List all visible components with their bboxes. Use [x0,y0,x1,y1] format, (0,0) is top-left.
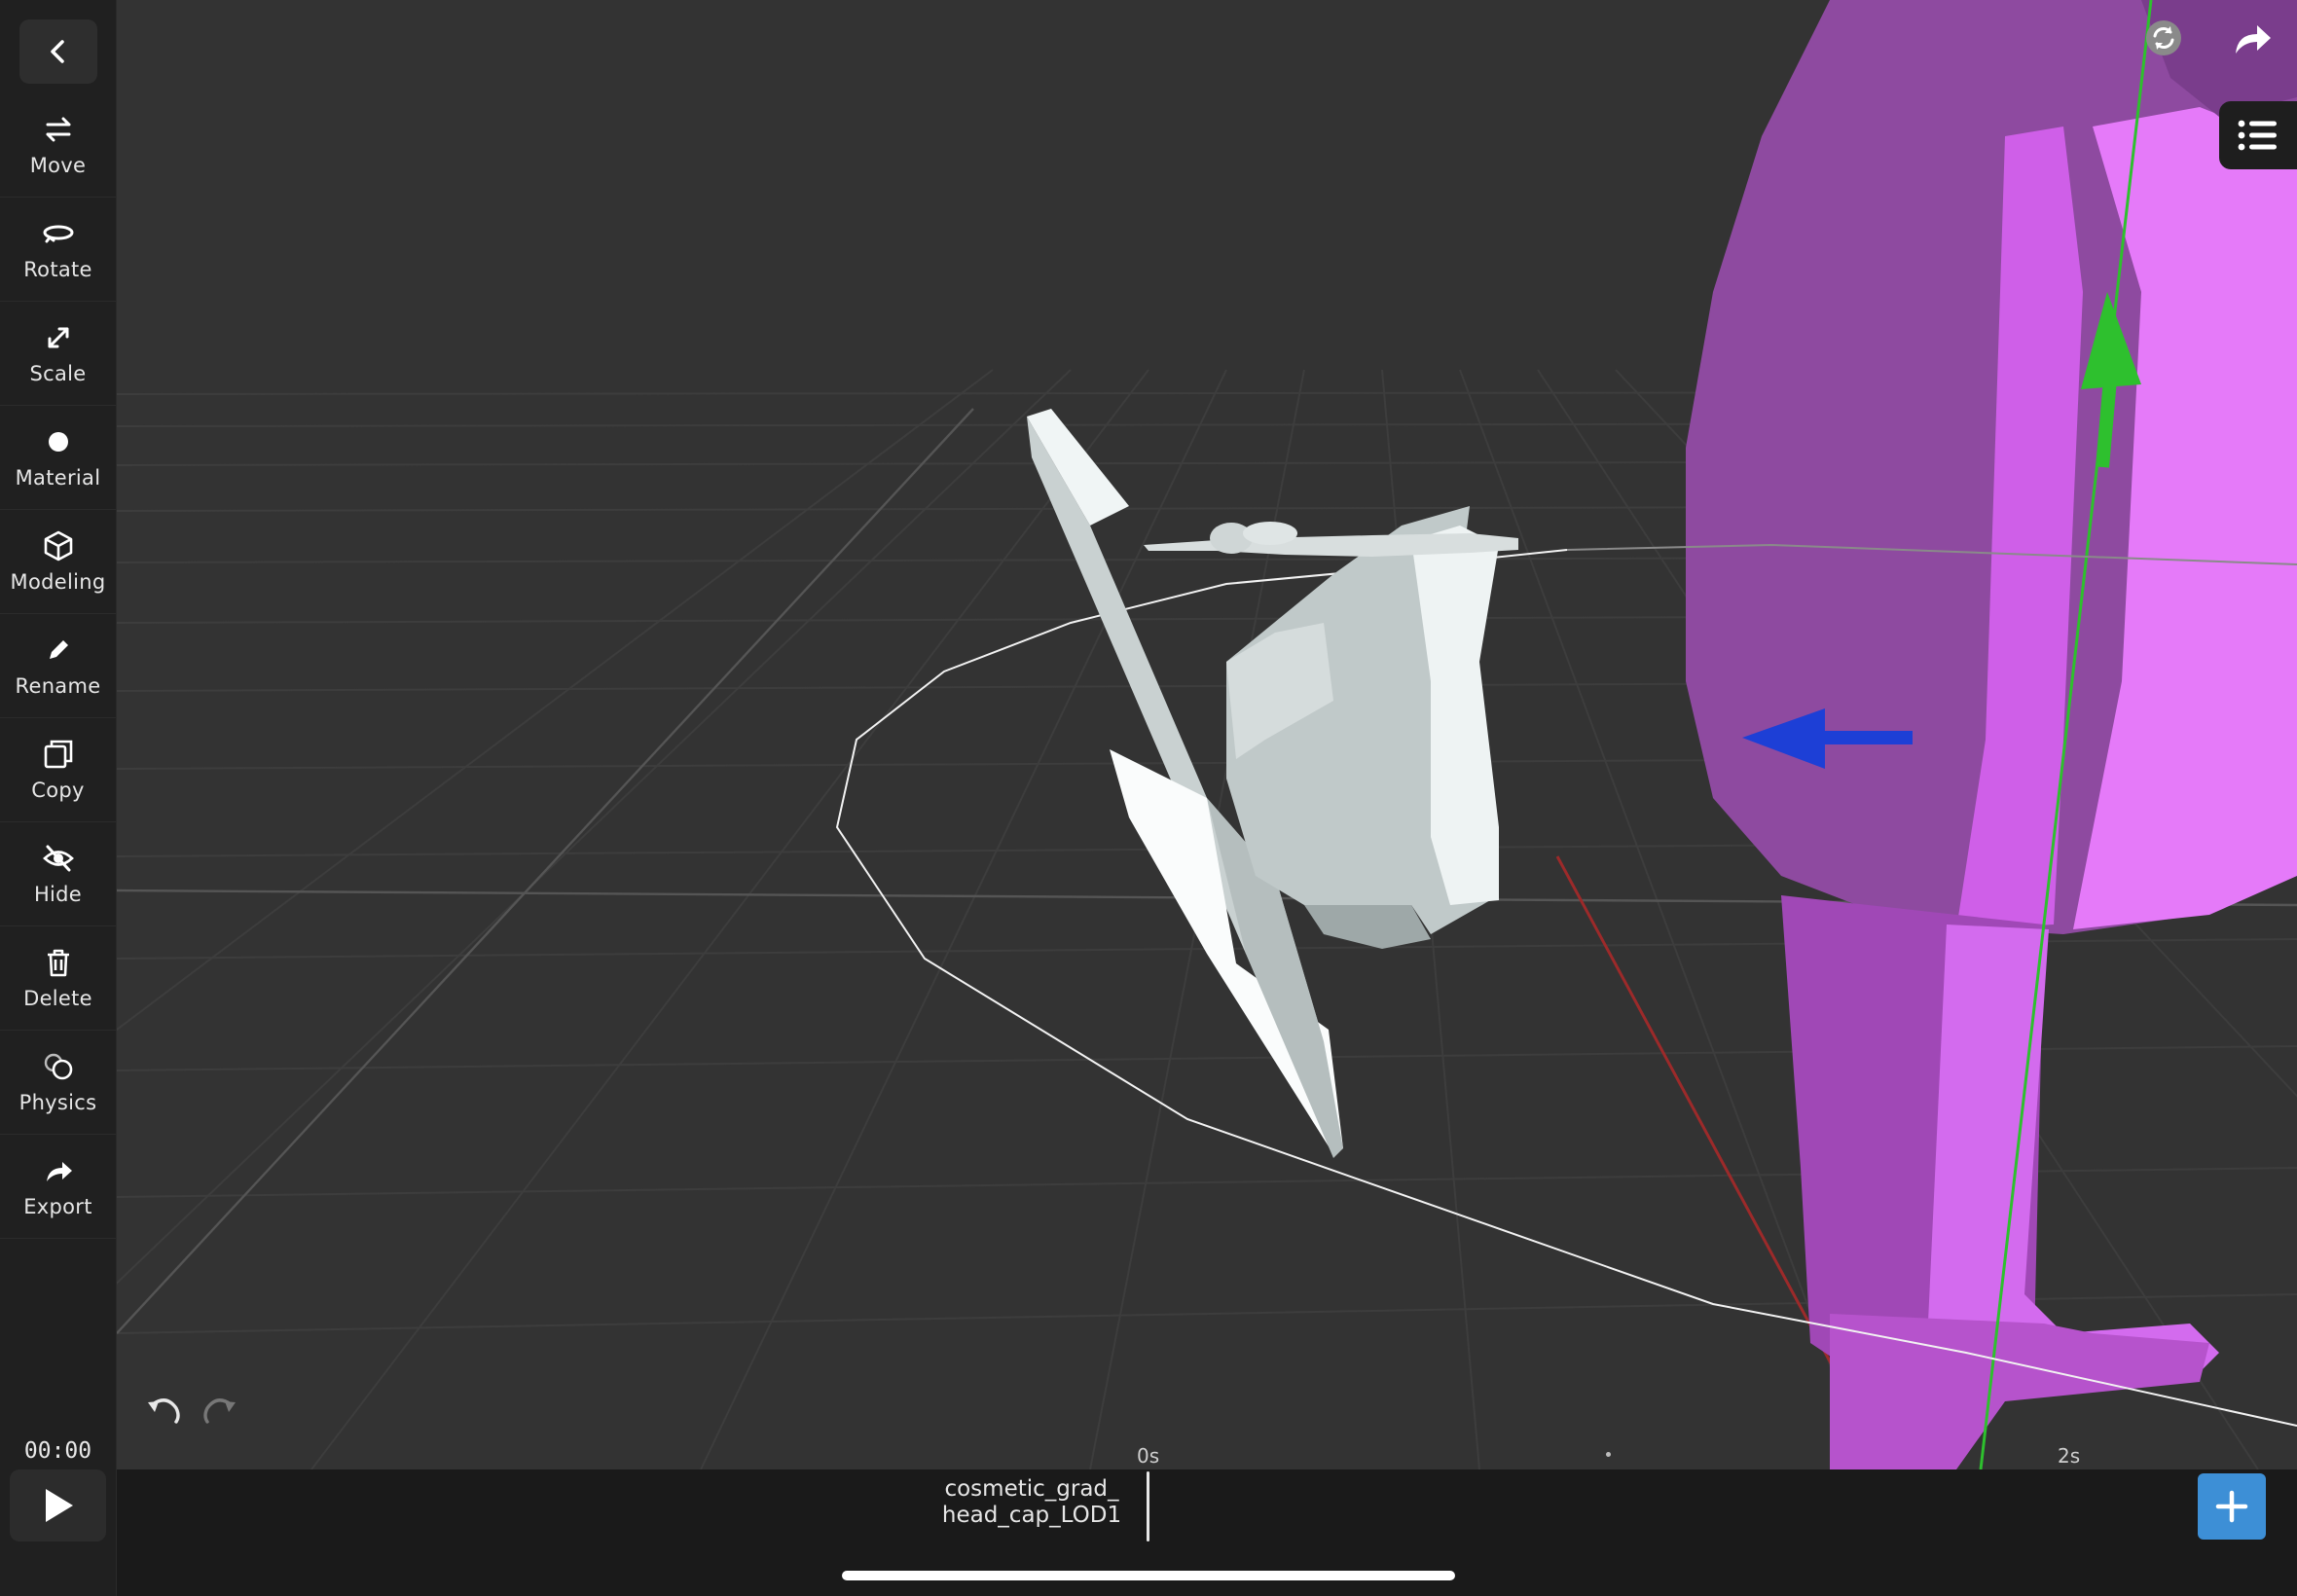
move-arrows-icon [46,117,70,142]
cube-icon [44,530,72,562]
share-arrow-icon [46,1162,72,1181]
share-arrow-icon [2236,25,2271,54]
rename-tool-label: Rename [15,674,101,698]
undo-icon [148,1398,180,1424]
material-dot-icon [48,432,68,452]
pencil-icon [49,640,68,659]
track-label[interactable]: cosmetic_grad_ head_cap_LOD1 [915,1476,1148,1529]
plus-icon [2215,1490,2248,1523]
rotate-tool-label: Rotate [23,258,92,281]
copy-icon [44,740,72,769]
outliner-button[interactable] [2219,101,2297,169]
track-label-line-1: cosmetic_grad_ [944,1476,1119,1502]
sync-icon [2146,20,2181,55]
modeling-tool-button[interactable]: Modeling [0,510,116,614]
modeling-tool-label: Modeling [10,570,106,594]
eye-slash-icon [42,845,74,872]
physics-spheres-icon [44,1053,72,1080]
physics-tool-button[interactable]: Physics [0,1031,116,1135]
sync-button[interactable] [2141,16,2186,60]
add-keyframe-button[interactable] [2198,1473,2266,1540]
play-icon [45,1489,73,1522]
timeline-ruler[interactable]: 0s 2s [117,1436,2297,1469]
redo-button[interactable] [199,1394,241,1429]
selected-object-head-cap[interactable] [1027,409,1518,1158]
material-tool-label: Material [15,466,101,490]
delete-tool-button[interactable]: Delete [0,926,116,1031]
share-button[interactable] [2229,16,2278,60]
trash-icon [47,949,69,977]
material-tool-button[interactable]: Material [0,406,116,510]
playhead[interactable] [1147,1471,1149,1542]
undo-button[interactable] [142,1394,185,1429]
ruler-half-marker [1606,1452,1611,1457]
copy-tool-button[interactable]: Copy [0,718,116,822]
scale-diagonal-icon [48,327,68,348]
hide-tool-button[interactable]: Hide [0,822,116,926]
rename-tool-button[interactable]: Rename [0,614,116,718]
export-tool-button[interactable]: Export [0,1135,116,1239]
home-indicator [842,1571,1455,1580]
tool-sidebar: Move Rotate Scale Material Modeling Rena… [0,0,117,1596]
delete-tool-label: Delete [23,987,92,1010]
copy-tool-label: Copy [31,779,85,802]
3d-viewport[interactable] [117,0,2297,1469]
rotate-icon [43,225,73,243]
back-button[interactable] [19,19,97,84]
move-tool-button[interactable]: Move [0,93,116,198]
play-button[interactable] [10,1469,106,1542]
redo-icon [203,1398,236,1424]
ruler-start-label: 0s [1137,1444,1160,1468]
playback-time: 00:00 [23,1438,92,1464]
rotate-tool-button[interactable]: Rotate [0,198,116,302]
ruler-mark-label: 2s [2058,1444,2081,1468]
export-tool-label: Export [23,1195,92,1218]
scale-tool-label: Scale [29,362,87,385]
chevron-left-icon [51,40,64,63]
hide-tool-label: Hide [33,883,83,906]
list-icon [2238,120,2277,151]
physics-tool-label: Physics [18,1091,97,1114]
move-tool-label: Move [29,154,87,177]
track-label-line-2: head_cap_LOD1 [941,1503,1122,1528]
scale-tool-button[interactable]: Scale [0,302,116,406]
scene-canvas[interactable] [117,0,2297,1469]
